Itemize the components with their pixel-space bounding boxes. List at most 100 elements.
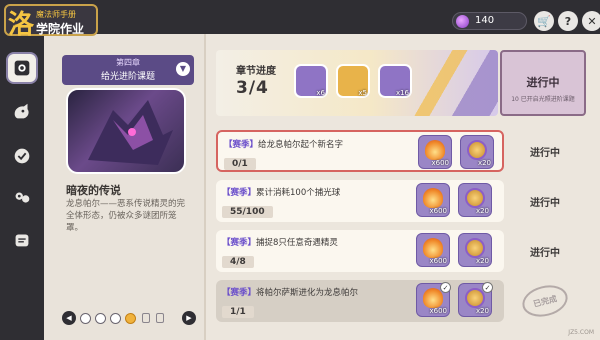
coin-icon	[465, 288, 485, 308]
badge-icon	[14, 148, 30, 164]
chapter-number: 第四章	[116, 58, 140, 67]
sidebar-item-scroll[interactable]	[6, 224, 38, 256]
chapter-status: 进行中 10 已开启光照进阶课题	[500, 50, 586, 116]
fire-reward[interactable]: x600	[418, 135, 452, 169]
sidebar-item-creature[interactable]	[6, 96, 38, 128]
chapter-selector[interactable]: 第四章 给光进阶课题 ▼	[62, 55, 194, 85]
chapter-dot-1[interactable]	[80, 313, 91, 324]
logo-subtitle: 魔法师手册	[36, 10, 76, 19]
shop-cart-button[interactable]: 🛒	[534, 11, 554, 31]
season-tag: 【赛季】	[222, 188, 257, 198]
gem-icon	[456, 15, 469, 28]
fire-reward[interactable]: x600	[416, 183, 450, 217]
coin-icon	[465, 188, 485, 208]
logo-title: 学院作业	[36, 22, 85, 36]
chapter-dot-3[interactable]	[110, 313, 121, 324]
fire-reward[interactable]: x600 ✓	[416, 282, 451, 317]
progress-label: 章节进度	[236, 66, 276, 77]
lock-icon	[156, 313, 164, 323]
chapter-hero-image	[66, 88, 186, 174]
reward-qty: x600	[429, 307, 447, 315]
reward-qty: x600	[429, 207, 447, 215]
reward-qty: x20	[475, 257, 489, 265]
reward-qty: x20	[475, 207, 489, 215]
reward-qty: x6	[316, 89, 325, 97]
coin-reward[interactable]: x20	[460, 135, 494, 169]
chapter-progress-banner: 章节进度 3/4 x6 x5 x16	[216, 50, 498, 116]
chapter-title: 给光进阶课题	[100, 72, 155, 82]
question-icon: ?	[564, 14, 572, 28]
reward-qty: x20	[475, 307, 489, 315]
task-status: 进行中	[530, 147, 560, 159]
creature-icon	[14, 103, 29, 119]
reward-qty: x600	[429, 257, 447, 265]
season-tag: 【赛季】	[222, 238, 257, 248]
prev-chapter-button[interactable]: ◀	[62, 311, 76, 325]
check-icon: ✓	[440, 282, 451, 293]
story-description: 龙息帕尔——恶系传说精灵的完全体形态，仍被众多谜团所笼罩。	[66, 199, 186, 233]
check-icon: ✓	[482, 282, 493, 293]
next-chapter-button[interactable]: ▶	[182, 311, 196, 325]
flame-icon	[423, 288, 443, 308]
sidebar-item-magic-book[interactable]	[6, 52, 38, 84]
reward-qty: x5	[358, 89, 367, 97]
fire-reward[interactable]: x600	[416, 233, 450, 267]
task-text: 将帕尔萨斯进化为龙息帕尔	[256, 288, 359, 298]
team-icon	[15, 192, 30, 203]
task-status-completed: 已完成	[504, 280, 586, 322]
story-title: 暗夜的传说	[66, 184, 121, 197]
chapter-dot-2[interactable]	[95, 313, 106, 324]
ticket-reward[interactable]: x16	[378, 64, 412, 98]
coin-icon	[467, 140, 487, 160]
season-tag: 【赛季】	[222, 288, 257, 298]
magic-book-icon	[14, 60, 30, 76]
task-status: 进行中	[530, 247, 560, 259]
task-text: 累计消耗100个捕光球	[256, 188, 341, 198]
chapter-pager: ◀ ▶	[62, 310, 198, 326]
flame-icon	[423, 188, 443, 208]
season-tag: 【赛季】	[224, 140, 259, 150]
task-count: 0/1	[224, 158, 256, 170]
crystal-reward[interactable]: x6	[294, 64, 328, 98]
task-row[interactable]: 【赛季】给龙息帕尔起个新名字 0/1 x600 x20	[216, 130, 504, 172]
cart-icon: 🛒	[537, 14, 551, 28]
progress-value: 3/4	[236, 78, 269, 98]
task-count: 4/8	[222, 256, 254, 268]
sidebar-item-badge[interactable]	[6, 140, 38, 172]
task-row[interactable]: 【赛季】累计消耗100个捕光球 55/100 x600 x20	[216, 180, 504, 222]
dragon-illustration	[88, 100, 173, 165]
coin-icon	[465, 238, 485, 258]
reward-qty: x16	[395, 89, 409, 97]
task-status: 进行中	[530, 197, 560, 209]
task-text: 给龙息帕尔起个新名字	[258, 140, 344, 150]
completed-stamp: 已完成	[519, 280, 571, 322]
reward-qty: x600	[431, 159, 449, 167]
close-icon: ✕	[587, 14, 597, 28]
flame-icon	[425, 140, 445, 160]
coin-reward[interactable]: x20	[458, 183, 492, 217]
close-button[interactable]: ✕	[582, 11, 600, 31]
coin-reward[interactable]: x20 ✓	[458, 282, 493, 317]
task-row[interactable]: 【赛季】捕捉8只任意奇遇精灵 4/8 x600 x20	[216, 230, 504, 272]
task-text: 捕捉8只任意奇遇精灵	[256, 238, 338, 248]
help-button[interactable]: ?	[558, 11, 578, 31]
sidebar-item-team[interactable]	[6, 182, 38, 214]
coin-reward[interactable]: x5	[336, 64, 370, 98]
watermark: JZ5.COM	[568, 329, 594, 336]
task-row[interactable]: 【赛季】将帕尔萨斯进化为龙息帕尔 1/1 x600 ✓ x20 ✓	[216, 280, 504, 322]
task-count: 55/100	[222, 206, 273, 218]
logo-glyph-icon: 洛	[8, 10, 35, 40]
app-logo: 洛 魔法师手册 学院作业	[4, 4, 98, 40]
chapter-status-sub: 10 已开启光照进阶课题	[511, 96, 575, 103]
coin-reward[interactable]: x20	[458, 233, 492, 267]
chapter-dot-current[interactable]	[125, 313, 136, 324]
scroll-icon	[15, 234, 29, 247]
gem-count: 140	[475, 15, 495, 26]
gem-counter[interactable]: 140	[452, 12, 527, 30]
chapter-status-label: 进行中	[526, 76, 560, 89]
reward-qty: x20	[477, 159, 491, 167]
task-count: 1/1	[222, 306, 254, 318]
flame-icon	[423, 238, 443, 258]
lock-icon	[142, 313, 150, 323]
chevron-down-icon[interactable]: ▼	[176, 62, 190, 76]
